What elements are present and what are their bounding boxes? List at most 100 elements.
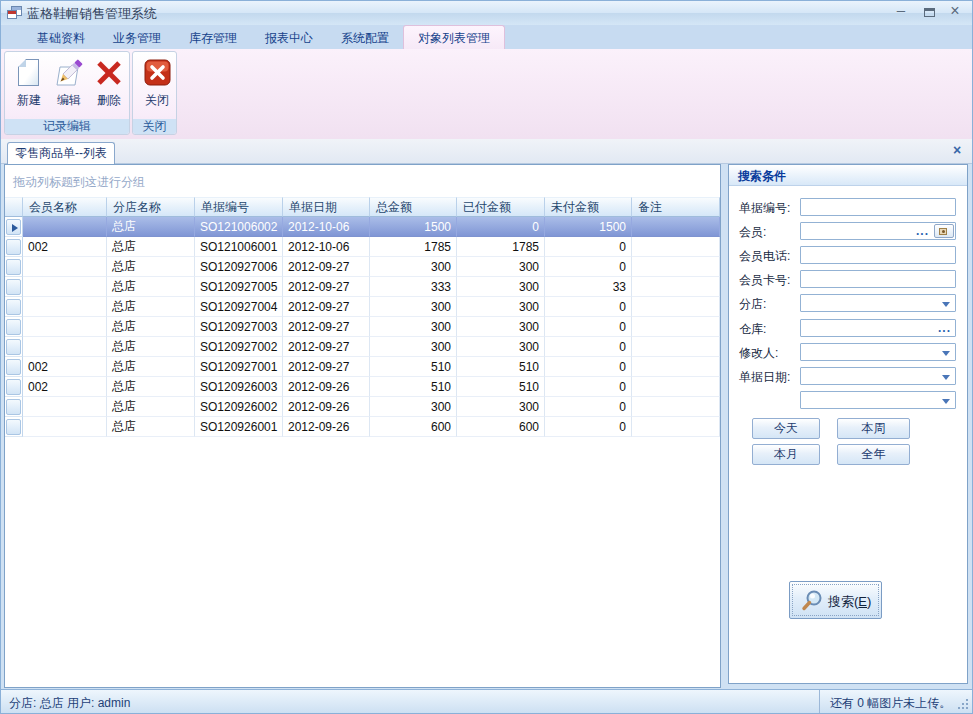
ellipsis-button[interactable]: ... [916, 224, 929, 238]
app-window: 蓝格鞋帽销售管理系统 – × 基础资料业务管理库存管理报表中心系统配置对象列表管… [0, 0, 973, 714]
statusbar-left-text: 分店: 总店 用户: admin [9, 695, 130, 712]
table-cell: 510 [370, 377, 457, 397]
table-cell [632, 217, 720, 237]
ribbon-button-关闭[interactable]: 关闭 [138, 55, 176, 117]
ribbon-button-label: 新建 [17, 93, 41, 107]
ribbon-button-label: 关闭 [145, 93, 169, 107]
table-cell [23, 317, 107, 337]
close-button[interactable]: × [942, 1, 968, 23]
column-header-3[interactable]: 单据编号 [195, 197, 283, 217]
column-header-6[interactable]: 已付金额 [457, 197, 545, 217]
row-indicator [5, 317, 23, 337]
search-field-label: 修改人: [739, 345, 778, 362]
close-document-icon[interactable]: × [950, 142, 964, 158]
document-tab-retail-list[interactable]: 零售商品单--列表 [7, 142, 115, 164]
table-cell: 总店 [107, 357, 195, 377]
table-cell: SO120927002 [195, 337, 283, 357]
table-cell: 0 [545, 397, 632, 417]
magnifier-icon [800, 589, 824, 613]
ribbon-button-删除[interactable]: 删除 [90, 55, 128, 117]
table-cell: SO120926003 [195, 377, 283, 397]
table-cell: 2012-09-27 [283, 277, 370, 297]
table-cell: 0 [545, 357, 632, 377]
row-indicator [5, 297, 23, 317]
group-by-hint[interactable]: 拖动列标题到这进行分组 [5, 165, 720, 197]
ribbon-tab-4[interactable]: 报表中心 [251, 26, 327, 50]
ribbon-button-label: 编辑 [57, 93, 81, 107]
table-cell: 总店 [107, 237, 195, 257]
column-header-1[interactable]: 会员名称 [23, 197, 107, 217]
chevron-down-icon[interactable] [942, 399, 950, 408]
quick-range-button-1[interactable]: 今天 [752, 418, 820, 439]
column-header-8[interactable]: 备注 [632, 197, 720, 217]
ribbon-group-1: 新建编辑删除记录编辑 [4, 51, 130, 135]
ribbon-button-新建[interactable]: 新建 [10, 55, 48, 117]
statusbar-right-text: 还有 0 幅图片未上传。 [830, 695, 951, 712]
table-row[interactable]: 总店SO1210060022012-10-06150001500 [5, 217, 720, 237]
table-cell: 0 [457, 217, 545, 237]
chevron-down-icon[interactable] [942, 351, 950, 360]
column-header-7[interactable]: 未付金额 [545, 197, 632, 217]
table-cell [632, 297, 720, 317]
search-field-input-9[interactable] [800, 391, 956, 409]
search-field-input-2[interactable]: ... [800, 222, 956, 240]
search-field-input-5[interactable] [800, 294, 956, 312]
quick-range-button-3[interactable]: 本月 [752, 444, 820, 465]
table-row[interactable]: 总店SO1209270042012-09-273003000 [5, 297, 720, 317]
close-red-icon [142, 57, 172, 89]
search-field-input-1[interactable] [800, 198, 956, 216]
search-field-input-6[interactable]: ... [800, 319, 956, 337]
table-cell: 总店 [107, 297, 195, 317]
ellipsis-button[interactable]: ... [938, 321, 951, 335]
quick-range-button-4[interactable]: 全年 [837, 444, 910, 465]
table-cell [632, 377, 720, 397]
table-row[interactable]: 总店SO1209270052012-09-2733330033 [5, 277, 720, 297]
search-button[interactable]: 搜索(E) [789, 581, 882, 619]
table-row[interactable]: 总店SO1209270032012-09-273003000 [5, 317, 720, 337]
quick-range-button-2[interactable]: 本周 [837, 418, 910, 439]
ribbon-tab-5[interactable]: 系统配置 [327, 26, 403, 50]
column-header-4[interactable]: 单据日期 [283, 197, 370, 217]
member-picker-button[interactable] [934, 224, 954, 238]
statusbar: 分店: 总店 用户: admin 还有 0 幅图片未上传。 [1, 689, 972, 713]
table-cell [23, 277, 107, 297]
ribbon-tab-1[interactable]: 基础资料 [23, 26, 99, 50]
row-indicator-header[interactable] [5, 197, 23, 217]
chevron-down-icon[interactable] [942, 302, 950, 311]
table-cell: 510 [457, 377, 545, 397]
maximize-button[interactable] [916, 1, 942, 23]
ribbon-tab-3[interactable]: 库存管理 [175, 26, 251, 50]
row-indicator [5, 257, 23, 277]
column-header-5[interactable]: 总金额 [370, 197, 457, 217]
search-field-input-7[interactable] [800, 343, 956, 361]
table-row[interactable]: 总店SO1209260012012-09-266006000 [5, 417, 720, 437]
search-field-input-8[interactable] [800, 367, 956, 385]
table-row[interactable]: 002总店SO1209270012012-09-275105100 [5, 357, 720, 377]
table-row[interactable]: 总店SO1209270022012-09-273003000 [5, 337, 720, 357]
table-row[interactable]: 002总店SO1210060012012-10-06178517850 [5, 237, 720, 257]
ribbon-tab-2[interactable]: 业务管理 [99, 26, 175, 50]
table-row[interactable]: 002总店SO1209260032012-09-265105100 [5, 377, 720, 397]
ribbon-tab-6[interactable]: 对象列表管理 [403, 25, 505, 49]
table-row[interactable]: 总店SO1209260022012-09-263003000 [5, 397, 720, 417]
search-field-input-3[interactable] [800, 246, 956, 264]
table-row[interactable]: 总店SO1209270062012-09-273003000 [5, 257, 720, 277]
table-cell: 总店 [107, 277, 195, 297]
table-cell: 300 [370, 337, 457, 357]
table-cell [632, 277, 720, 297]
table-cell: 总店 [107, 397, 195, 417]
app-icon [7, 6, 22, 20]
table-cell: 总店 [107, 217, 195, 237]
resize-grip[interactable] [957, 698, 971, 712]
ribbon-tab-strip: 基础资料业务管理库存管理报表中心系统配置对象列表管理 [1, 25, 972, 49]
minimize-button[interactable]: – [888, 1, 914, 23]
statusbar-right-segment: 还有 0 幅图片未上传。 [819, 690, 972, 713]
search-field-input-4[interactable] [800, 270, 956, 288]
selected-row-arrow-icon [12, 224, 22, 232]
ribbon-button-编辑[interactable]: 编辑 [50, 55, 88, 117]
table-cell: 333 [370, 277, 457, 297]
column-header-2[interactable]: 分店名称 [107, 197, 195, 217]
row-indicator [5, 337, 23, 357]
chevron-down-icon[interactable] [942, 375, 950, 384]
table-cell: 0 [545, 317, 632, 337]
